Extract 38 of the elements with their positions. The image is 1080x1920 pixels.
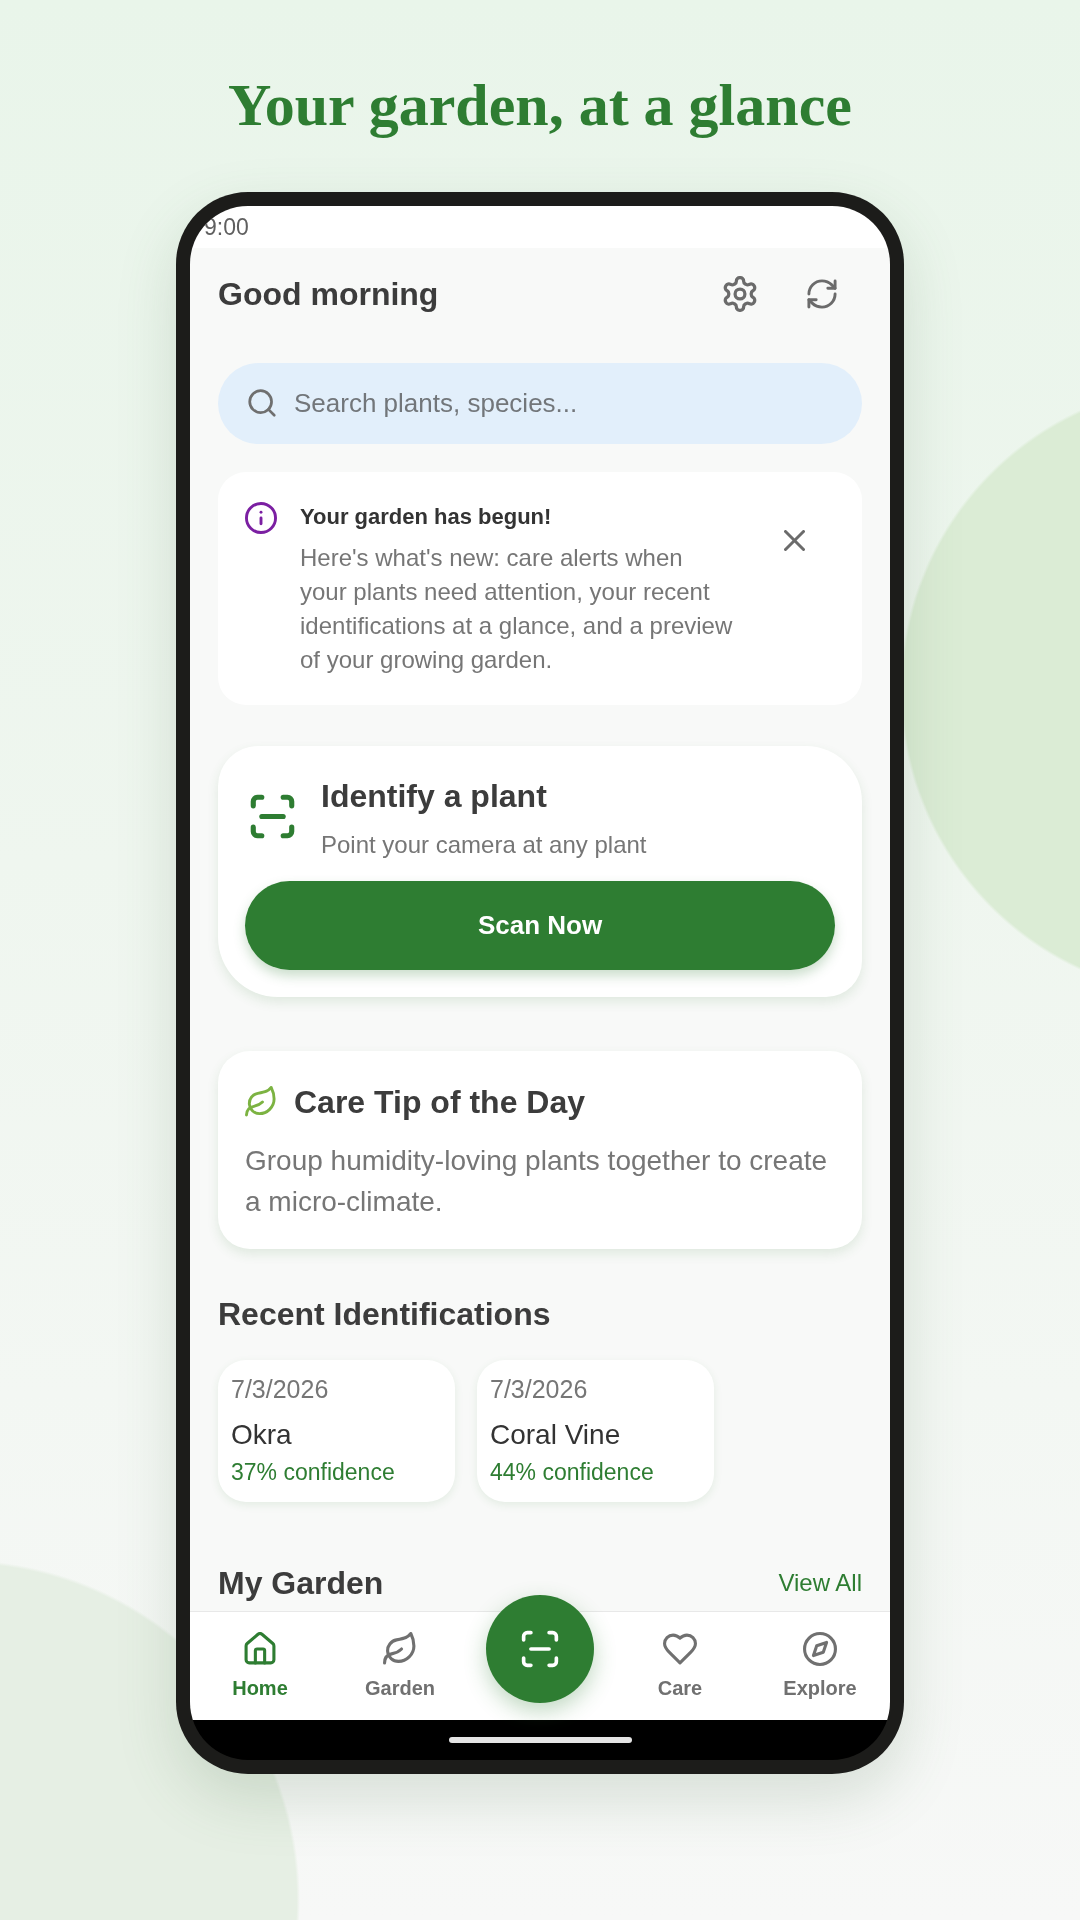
page-headline: Your garden, at a glance — [228, 71, 852, 140]
heart-icon — [663, 1632, 697, 1666]
identification-card[interactable]: 7/3/2026 Coral Vine 44% confidence — [477, 1360, 714, 1502]
section-title: My Garden — [218, 1564, 384, 1603]
scan-now-button[interactable]: Scan Now — [245, 881, 835, 970]
compass-icon — [803, 1632, 837, 1666]
identification-date: 7/3/2026 — [231, 1374, 330, 1404]
confidence-text: 44% confidence — [490, 1458, 655, 1487]
scan-icon — [520, 1629, 560, 1669]
tip-title: Care Tip of the Day — [294, 1083, 586, 1122]
info-icon — [245, 502, 277, 534]
leaf-icon — [383, 1632, 417, 1666]
refresh-icon[interactable] — [806, 278, 838, 310]
identify-title: Identify a plant — [321, 777, 548, 816]
search-icon — [247, 388, 277, 418]
section-title: Recent Identifications — [218, 1295, 551, 1334]
identify-subtitle: Point your camera at any plant — [321, 830, 647, 860]
home-icon — [243, 1632, 277, 1666]
nav-tab[interactable]: Care — [657, 1632, 703, 1700]
search-field[interactable]: Search plants, species... — [218, 363, 862, 444]
nav-tab[interactable]: Garden — [365, 1632, 435, 1700]
notice-body: Here's what's new: care alerts when your plants need attention, your recent identifications at a glance, and a preview of your growing garden. — [300, 543, 734, 675]
leaf-icon — [245, 1086, 277, 1118]
nav-tab[interactable]: Home — [232, 1632, 288, 1700]
close-icon[interactable] — [784, 530, 805, 551]
settings-icon[interactable] — [722, 276, 758, 312]
tip-body: Group humidity-loving plants together to create a micro-climate. — [245, 1144, 829, 1219]
scan-button[interactable] — [486, 1595, 594, 1703]
notice-title: Your garden has begun! — [300, 503, 553, 531]
identification-date: 7/3/2026 — [490, 1374, 589, 1404]
nav-tab[interactable]: Explore — [783, 1632, 857, 1700]
view-all-link[interactable]: View All — [778, 1568, 862, 1598]
identification-card[interactable]: 7/3/2026 Okra 37% confidence — [218, 1360, 455, 1502]
confidence-text: 37% confidence — [231, 1458, 396, 1487]
plant-name: Okra — [231, 1418, 293, 1452]
scan-frame-icon — [249, 793, 296, 840]
plant-name: Coral Vine — [490, 1418, 622, 1452]
greeting-title: Good morning — [218, 275, 439, 314]
